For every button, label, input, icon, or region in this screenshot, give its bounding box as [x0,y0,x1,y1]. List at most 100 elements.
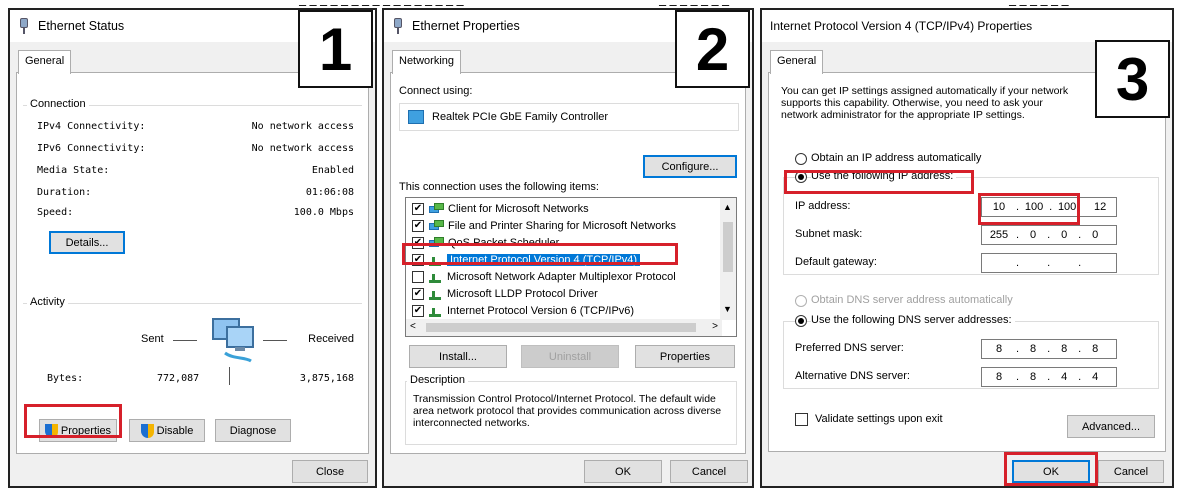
sent-line [173,340,197,341]
highlight-ok [1004,452,1098,486]
protocol-icon [429,271,443,283]
close-button[interactable]: Close [292,460,368,483]
highlight-properties [24,404,122,438]
adapter-name: Realtek PCIe GbE Family Controller [432,111,609,123]
row-label: Media State: [37,165,110,176]
list-item-label: Microsoft LLDP Protocol Driver [447,287,598,300]
disable-button-label: Disable [156,424,194,437]
window-title: Internet Protocol Version 4 (TCP/IPv4) P… [770,19,1033,33]
title-bar: Internet Protocol Version 4 (TCP/IPv4) P… [762,10,1172,42]
tab-page: Connection IPv4 Connectivity: No network… [16,72,369,454]
scroll-right-icon[interactable]: > [712,321,718,332]
network-client-icon [429,219,445,232]
scrollbar-thumb[interactable] [723,222,733,272]
cancel-button[interactable]: Cancel [1098,460,1164,483]
window-title: Ethernet Properties [412,19,520,33]
step-number: 3 [1095,40,1170,118]
row-value: Enabled [311,165,354,176]
network-client-icon [429,202,445,215]
install-button[interactable]: Install... [409,345,507,368]
use-following-dns-radio[interactable] [795,315,807,327]
row-value: 100.0 Mbps [293,207,354,218]
scroll-left-icon[interactable]: < [410,321,416,332]
subnet-mask-label: Subnet mask: [795,228,863,240]
validate-checkbox[interactable] [795,413,808,426]
checkbox[interactable]: ✔ [412,287,424,300]
items-label: This connection uses the following items… [399,181,599,193]
list-item-label: File and Printer Sharing for Microsoft N… [448,219,677,232]
shield-icon [140,423,154,438]
obtain-ip-auto-radio[interactable] [795,153,807,165]
list-item[interactable]: ✔ File and Printer Sharing for Microsoft… [406,217,722,234]
adapter-box: Realtek PCIe GbE Family Controller [399,103,739,131]
cropped-heading-fragment: _ _ _ _ _ _ _ _ _ _ _ _ _ _ _ _ _ _ _ _ … [300,0,1070,8]
validate-label: Validate settings upon exit [815,413,943,425]
default-gateway-field[interactable]: . . . [981,253,1117,273]
list-item-label: Client for Microsoft Networks [448,202,589,215]
highlight-use-following-ip [784,170,974,194]
items-listbox[interactable]: ✔ Client for Microsoft Networks ✔ File a… [405,197,737,337]
ethernet-plug-icon [18,18,30,34]
checkbox[interactable] [412,270,424,283]
activity-group [23,303,362,304]
tab-general[interactable]: General [770,50,824,74]
step-number: 2 [675,10,750,88]
description-group-label: Description [407,374,469,386]
default-gateway-label: Default gateway: [795,256,877,268]
uninstall-button: Uninstall [521,345,619,368]
cancel-button[interactable]: Cancel [670,460,748,483]
list-item[interactable]: Microsoft Network Adapter Multiplexor Pr… [406,268,722,285]
step-number: 1 [298,10,373,88]
use-following-dns-label: Use the following DNS server addresses: [811,314,1015,326]
list-item[interactable]: ✔ Client for Microsoft Networks [406,200,722,217]
row-label: IPv6 Connectivity: [37,143,146,154]
obtain-ip-auto-label: Obtain an IP address automatically [811,152,982,164]
obtain-dns-auto-radio [795,295,807,307]
row-label: IPv4 Connectivity: [37,121,146,132]
obtain-dns-auto-label: Obtain DNS server address automatically [811,294,1013,306]
checkbox[interactable]: ✔ [412,202,424,215]
preferred-dns-field[interactable]: 8. 8. 8. 8 [981,339,1117,359]
connect-using-label: Connect using: [399,85,473,97]
ethernet-plug-icon [392,18,404,34]
alternative-dns-label: Alternative DNS server: [795,370,910,382]
disable-button[interactable]: Disable [129,419,205,442]
list-item-label: Microsoft Network Adapter Multiplexor Pr… [447,270,676,283]
subnet-mask-field[interactable]: 255. 0. 0. 0 [981,225,1117,245]
details-button[interactable]: Details... [49,231,125,254]
scroll-up-icon[interactable]: ▲ [723,202,732,212]
advanced-button[interactable]: Advanced... [1067,415,1155,438]
ok-button[interactable]: OK [584,460,662,483]
adapter-icon [408,110,424,124]
horizontal-scrollbar[interactable]: < > [406,319,722,336]
protocol-icon [429,288,443,300]
connection-group-label: Connection [27,98,89,110]
row-value: No network access [251,143,354,154]
intro-text: You can get IP settings assigned automat… [781,85,1069,121]
tab-page: You can get IP settings assigned automat… [768,72,1166,452]
ethernet-properties-window: Ethernet Properties 2 Networking Connect… [382,8,754,488]
received-line [263,340,287,341]
vertical-scrollbar[interactable]: ▲ ▼ [720,198,736,320]
scroll-down-icon[interactable]: ▼ [723,304,732,314]
screenshot-collage: _ _ _ _ _ _ _ _ _ _ _ _ _ _ _ _ _ _ _ _ … [0,0,1178,488]
ethernet-status-window: Ethernet Status 1 General Connection IPv… [8,8,377,488]
bytes-received: 3,875,168 [299,373,354,384]
scrollbar-thumb[interactable] [426,323,696,332]
alternative-dns-field[interactable]: 8. 8. 4. 4 [981,367,1117,387]
sent-label: Sent [141,333,164,345]
checkbox[interactable]: ✔ [412,219,424,232]
configure-button[interactable]: Configure... [643,155,737,178]
item-properties-button[interactable]: Properties [635,345,735,368]
list-item[interactable]: ✔ Microsoft LLDP Protocol Driver [406,285,722,302]
checkbox[interactable]: ✔ [412,304,424,317]
tab-networking[interactable]: Networking [392,50,462,74]
bytes-sent: 772,087 [157,373,200,384]
list-item-label: Internet Protocol Version 6 (TCP/IPv6) [447,304,635,317]
diagnose-button[interactable]: Diagnose [215,419,291,442]
received-label: Received [308,333,354,345]
tab-general[interactable]: General [18,50,72,74]
list-item[interactable]: ✔ Internet Protocol Version 6 (TCP/IPv6) [406,302,722,319]
ip-address-label: IP address: [795,200,851,212]
bytes-divider [229,367,230,385]
